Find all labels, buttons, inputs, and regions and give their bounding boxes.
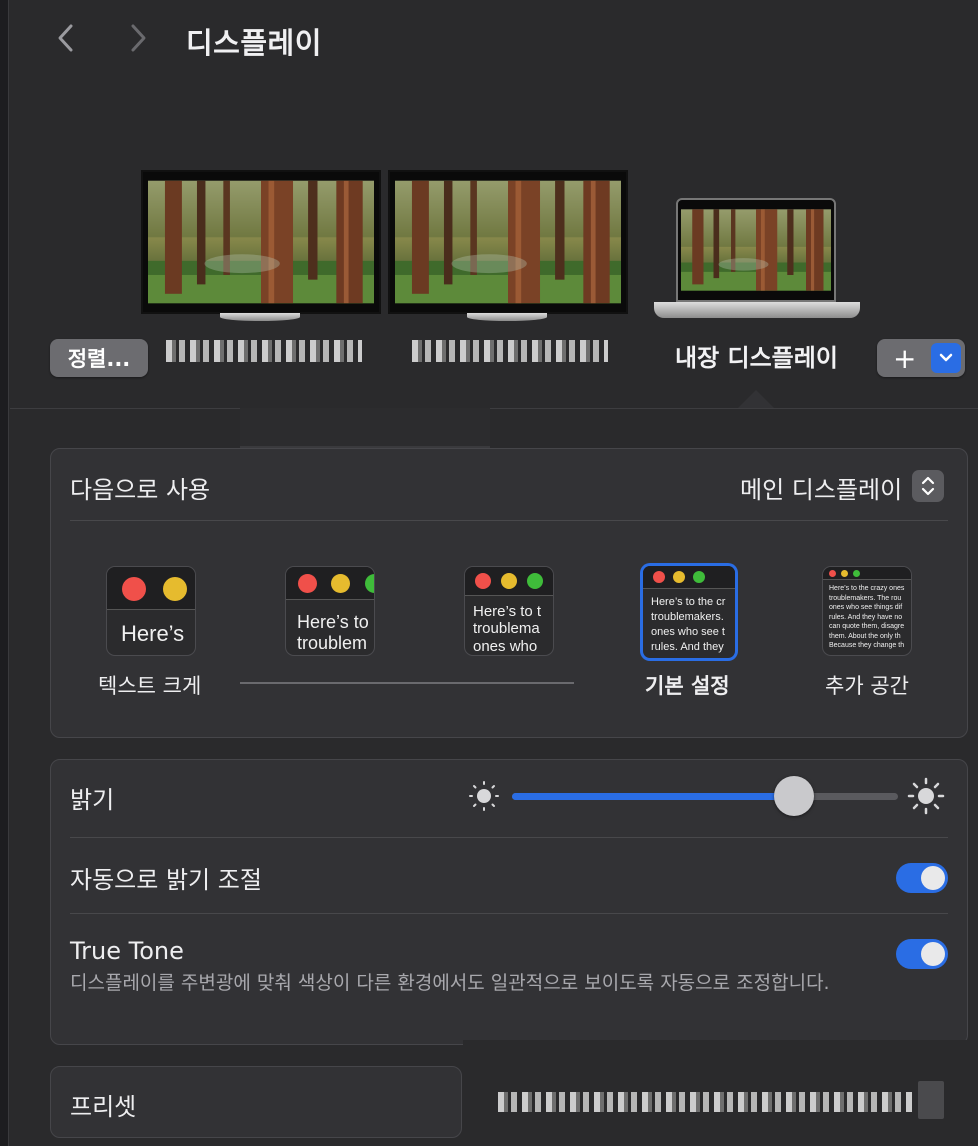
sample-text: Here’s to t troublema ones who [473, 603, 542, 655]
true-tone-description: 디스플레이를 주변광에 맞춰 색상이 다른 환경에서도 일관적으로 보이도록 자… [70, 972, 830, 994]
zoom-dot-icon [693, 571, 705, 583]
brightness-label: 밝기 [70, 786, 115, 814]
brightness-slider[interactable] [512, 776, 898, 816]
sample-text: Here’s to the crazy ones troublemakers. … [829, 585, 905, 649]
auto-brightness-toggle[interactable] [896, 863, 948, 893]
zoom-dot-icon [527, 573, 543, 589]
text-size-option-medium[interactable]: Here’s to t troublema ones who [464, 566, 554, 656]
sun-small-icon [469, 781, 499, 811]
brightness-slider-knob[interactable] [773, 776, 814, 816]
sample-text: Here’s to the cr troublemakers. ones who… [651, 596, 726, 653]
zoom-dot-icon [853, 570, 860, 577]
close-dot-icon [653, 571, 665, 583]
text-size-option-large[interactable]: Here’s to troublem [285, 566, 375, 656]
sun-large-icon [907, 777, 945, 815]
arrange-button[interactable]: 정렬... [50, 339, 148, 377]
minimize-dot-icon [501, 573, 517, 589]
close-dot-icon [122, 577, 146, 601]
chevron-left-icon [58, 24, 73, 52]
brightness-card [50, 759, 968, 1045]
chevron-down-icon [939, 353, 953, 362]
wallpaper-image [148, 177, 374, 307]
text-size-option-more-space[interactable]: Here’s to the crazy ones troublemakers. … [822, 566, 912, 656]
sample-text: Here’s [121, 621, 185, 646]
builtin-display[interactable] [676, 198, 836, 302]
wallpaper-image [395, 177, 621, 307]
text-size-caption-large: 텍스트 크게 [98, 674, 202, 698]
wallpaper-image [681, 203, 831, 297]
use-as-label: 다음으로 사용 [70, 476, 211, 504]
text-size-scale-line [240, 682, 574, 684]
auto-brightness-label: 자동으로 밝기 조절 [70, 866, 262, 894]
preset-label: 프리셋 [70, 1093, 137, 1121]
close-dot-icon [829, 570, 836, 577]
true-tone-toggle[interactable] [896, 939, 948, 969]
add-display-button[interactable]: + [877, 339, 965, 377]
chevron-right-icon [131, 24, 146, 52]
minimize-dot-icon [673, 571, 685, 583]
text-size-option-default[interactable]: Here’s to the cr troublemakers. ones who… [641, 564, 737, 660]
preset-select[interactable] [918, 1081, 944, 1119]
window-edge [0, 0, 9, 1146]
monitor-stand [467, 313, 547, 321]
plus-icon: + [893, 341, 917, 375]
preset-value-redacted[interactable] [498, 1092, 912, 1112]
forward-button[interactable] [118, 18, 158, 58]
true-tone-label: True Tone [70, 937, 184, 965]
external-display-1[interactable] [141, 170, 381, 314]
page-title: 디스플레이 [186, 26, 322, 60]
toggle-knob [921, 866, 945, 890]
minimize-dot-icon [163, 577, 187, 601]
use-as-value[interactable]: 메인 디스플레이 [740, 470, 902, 505]
builtin-display-label: 내장 디스플레이 [675, 344, 838, 372]
sample-text: Here’s to troublem [297, 612, 369, 653]
display-name-redacted [166, 340, 362, 362]
divider [70, 913, 948, 914]
back-button[interactable] [46, 18, 86, 58]
text-size-option-largest[interactable]: Here’s [106, 566, 196, 656]
tooltip-remnant [240, 408, 490, 448]
dropdown-button[interactable] [931, 343, 961, 373]
laptop-base [654, 302, 860, 318]
divider [70, 837, 948, 838]
use-as-select[interactable] [912, 470, 944, 502]
brightness-slider-fill [512, 793, 794, 800]
monitor-stand [220, 313, 300, 321]
minimize-dot-icon [841, 570, 848, 577]
minimize-dot-icon [331, 574, 350, 593]
chevron-updown-icon [921, 476, 935, 496]
selected-display-pointer [738, 390, 774, 408]
window-titlebar [823, 567, 911, 580]
text-size-caption-default: 기본 설정 [645, 674, 730, 698]
close-dot-icon [475, 573, 491, 589]
close-dot-icon [298, 574, 317, 593]
toggle-knob [921, 942, 945, 966]
external-display-2[interactable] [388, 170, 628, 314]
divider [70, 520, 948, 521]
display-name-redacted [412, 340, 608, 362]
text-size-caption-more-space: 추가 공간 [825, 674, 909, 698]
